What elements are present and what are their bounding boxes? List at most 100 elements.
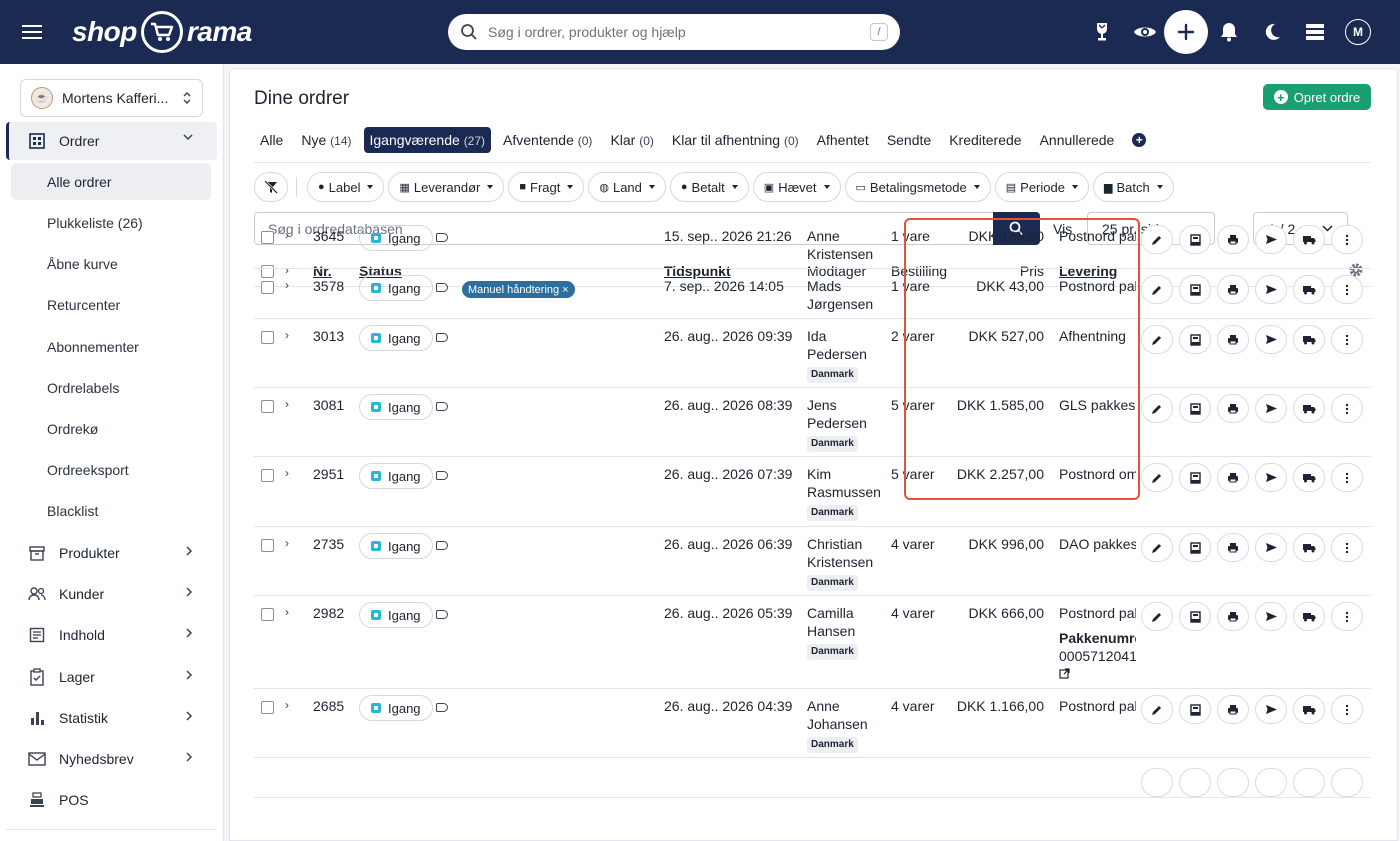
invoice-button[interactable] [1179, 602, 1211, 631]
status-badge[interactable]: Igang [359, 533, 433, 559]
print-button[interactable] [1217, 533, 1249, 562]
trophy-icon[interactable] [1090, 20, 1114, 44]
edit-order-button[interactable] [1141, 325, 1173, 354]
order-number[interactable]: 3645 [313, 227, 344, 245]
more-actions-button[interactable] [1331, 695, 1363, 724]
filter-country[interactable]: ◍ Land [588, 172, 666, 202]
table-row[interactable]: › 2951 Igang 26. aug.. 2026 07:39 Kim Rasmuss… [254, 457, 1371, 527]
order-tag[interactable]: Manuel håndtering × [462, 281, 575, 298]
order-number[interactable]: 3013 [313, 327, 344, 345]
tab-pending[interactable]: Afventende (0) [497, 127, 598, 153]
storage-icon[interactable] [1303, 20, 1327, 44]
quick-add-button[interactable] [1164, 10, 1208, 54]
sidebar-sub-blacklist[interactable]: Blacklist [11, 492, 211, 529]
row-checkbox[interactable] [261, 608, 274, 621]
label-icon[interactable] [436, 402, 448, 411]
edit-order-button[interactable] [1141, 394, 1173, 423]
bell-icon[interactable] [1217, 20, 1241, 44]
edit-order-button[interactable] [1141, 533, 1173, 562]
expand-row-icon[interactable]: › [285, 605, 289, 619]
moon-icon[interactable] [1260, 20, 1284, 44]
ship-button[interactable] [1293, 275, 1325, 304]
label-icon[interactable] [436, 541, 448, 550]
invoice-button[interactable] [1179, 533, 1211, 562]
status-badge[interactable]: Igang [359, 225, 433, 251]
send-button[interactable] [1255, 225, 1287, 254]
expand-row-icon[interactable]: › [285, 228, 289, 242]
menu-icon[interactable] [20, 21, 44, 43]
global-search[interactable]: Søg i ordrer, produkter og hjælp / [448, 14, 900, 50]
order-number[interactable]: 2951 [313, 465, 344, 483]
sidebar-item-newsletter[interactable]: Nyhedsbrev [6, 740, 217, 778]
ship-button[interactable] [1293, 325, 1325, 354]
edit-order-button[interactable] [1141, 768, 1173, 797]
print-button[interactable] [1217, 275, 1249, 304]
logo[interactable]: shop rama [72, 10, 252, 54]
expand-row-icon[interactable]: › [285, 536, 289, 550]
status-badge[interactable]: Igang [359, 275, 433, 301]
status-badge[interactable]: Igang [359, 463, 433, 489]
order-number[interactable]: 2735 [313, 535, 344, 553]
more-actions-button[interactable] [1331, 768, 1363, 797]
send-button[interactable] [1255, 602, 1287, 631]
invoice-button[interactable] [1179, 225, 1211, 254]
print-button[interactable] [1217, 768, 1249, 797]
table-row[interactable]: › 3645 Igang 15. sep.. 2026 21:26 Anne Kriste… [254, 219, 1371, 269]
ship-button[interactable] [1293, 602, 1325, 631]
user-avatar[interactable]: M [1345, 19, 1371, 45]
table-row[interactable]: › 2685 Igang 26. aug.. 2026 04:39 Anne Johans… [254, 689, 1371, 758]
expand-row-icon[interactable]: › [285, 698, 289, 712]
sidebar-sub-order-labels[interactable]: Ordrelabels [11, 369, 211, 406]
tab-in-progress[interactable]: Igangværende (27) [363, 127, 492, 153]
row-checkbox[interactable] [261, 400, 274, 413]
edit-order-button[interactable] [1141, 463, 1173, 492]
add-tab-icon[interactable]: + [1132, 133, 1147, 147]
filter-period[interactable]: ▤ Periode [994, 172, 1089, 202]
label-icon[interactable] [436, 283, 448, 292]
tab-ready[interactable]: Klar (0) [604, 127, 659, 153]
tab-ready-for-pickup[interactable]: Klar til afhentning (0) [666, 127, 805, 153]
ship-button[interactable] [1293, 225, 1325, 254]
create-order-button[interactable]: + Opret ordre [1263, 84, 1371, 110]
row-checkbox[interactable] [261, 469, 274, 482]
more-actions-button[interactable] [1331, 225, 1363, 254]
send-button[interactable] [1255, 463, 1287, 492]
sidebar-item-pos[interactable]: POS [6, 781, 217, 819]
more-actions-button[interactable] [1331, 325, 1363, 354]
edit-order-button[interactable] [1141, 225, 1173, 254]
order-number[interactable]: 3081 [313, 396, 344, 414]
invoice-button[interactable] [1179, 394, 1211, 423]
label-icon[interactable] [436, 233, 448, 242]
sidebar-item-content[interactable]: Indhold [6, 616, 217, 654]
status-badge[interactable]: Igang [359, 602, 433, 628]
print-button[interactable] [1217, 394, 1249, 423]
external-link-icon[interactable] [1059, 665, 1136, 683]
row-checkbox[interactable] [261, 331, 274, 344]
filter-batch[interactable]: ▆ Batch [1092, 172, 1174, 202]
invoice-button[interactable] [1179, 768, 1211, 797]
send-button[interactable] [1255, 533, 1287, 562]
row-checkbox[interactable] [261, 281, 274, 294]
filter-supplier[interactable]: ▦ Leverandør [388, 172, 505, 202]
ship-button[interactable] [1293, 695, 1325, 724]
send-button[interactable] [1255, 695, 1287, 724]
order-number[interactable]: 2685 [313, 697, 344, 715]
send-button[interactable] [1255, 768, 1287, 797]
filter-captured[interactable]: ▣ Hævet [752, 172, 841, 202]
invoice-button[interactable] [1179, 275, 1211, 304]
print-button[interactable] [1217, 463, 1249, 492]
sidebar-item-statistics[interactable]: Statistik [6, 699, 217, 737]
sidebar-item-orders[interactable]: Ordrer [6, 122, 217, 160]
filter-paid[interactable]: ● Betalt [669, 172, 749, 202]
table-row[interactable] [254, 758, 1371, 798]
print-button[interactable] [1217, 602, 1249, 631]
sidebar-item-customers[interactable]: Kunder [6, 575, 217, 613]
invoice-button[interactable] [1179, 463, 1211, 492]
eye-icon[interactable] [1133, 20, 1157, 44]
print-button[interactable] [1217, 325, 1249, 354]
expand-row-icon[interactable]: › [285, 397, 289, 411]
expand-row-icon[interactable]: › [285, 328, 289, 342]
table-row[interactable]: › 3081 Igang 26. aug.. 2026 08:39 Jens Peders… [254, 388, 1371, 457]
invoice-button[interactable] [1179, 325, 1211, 354]
row-checkbox[interactable] [261, 231, 274, 244]
